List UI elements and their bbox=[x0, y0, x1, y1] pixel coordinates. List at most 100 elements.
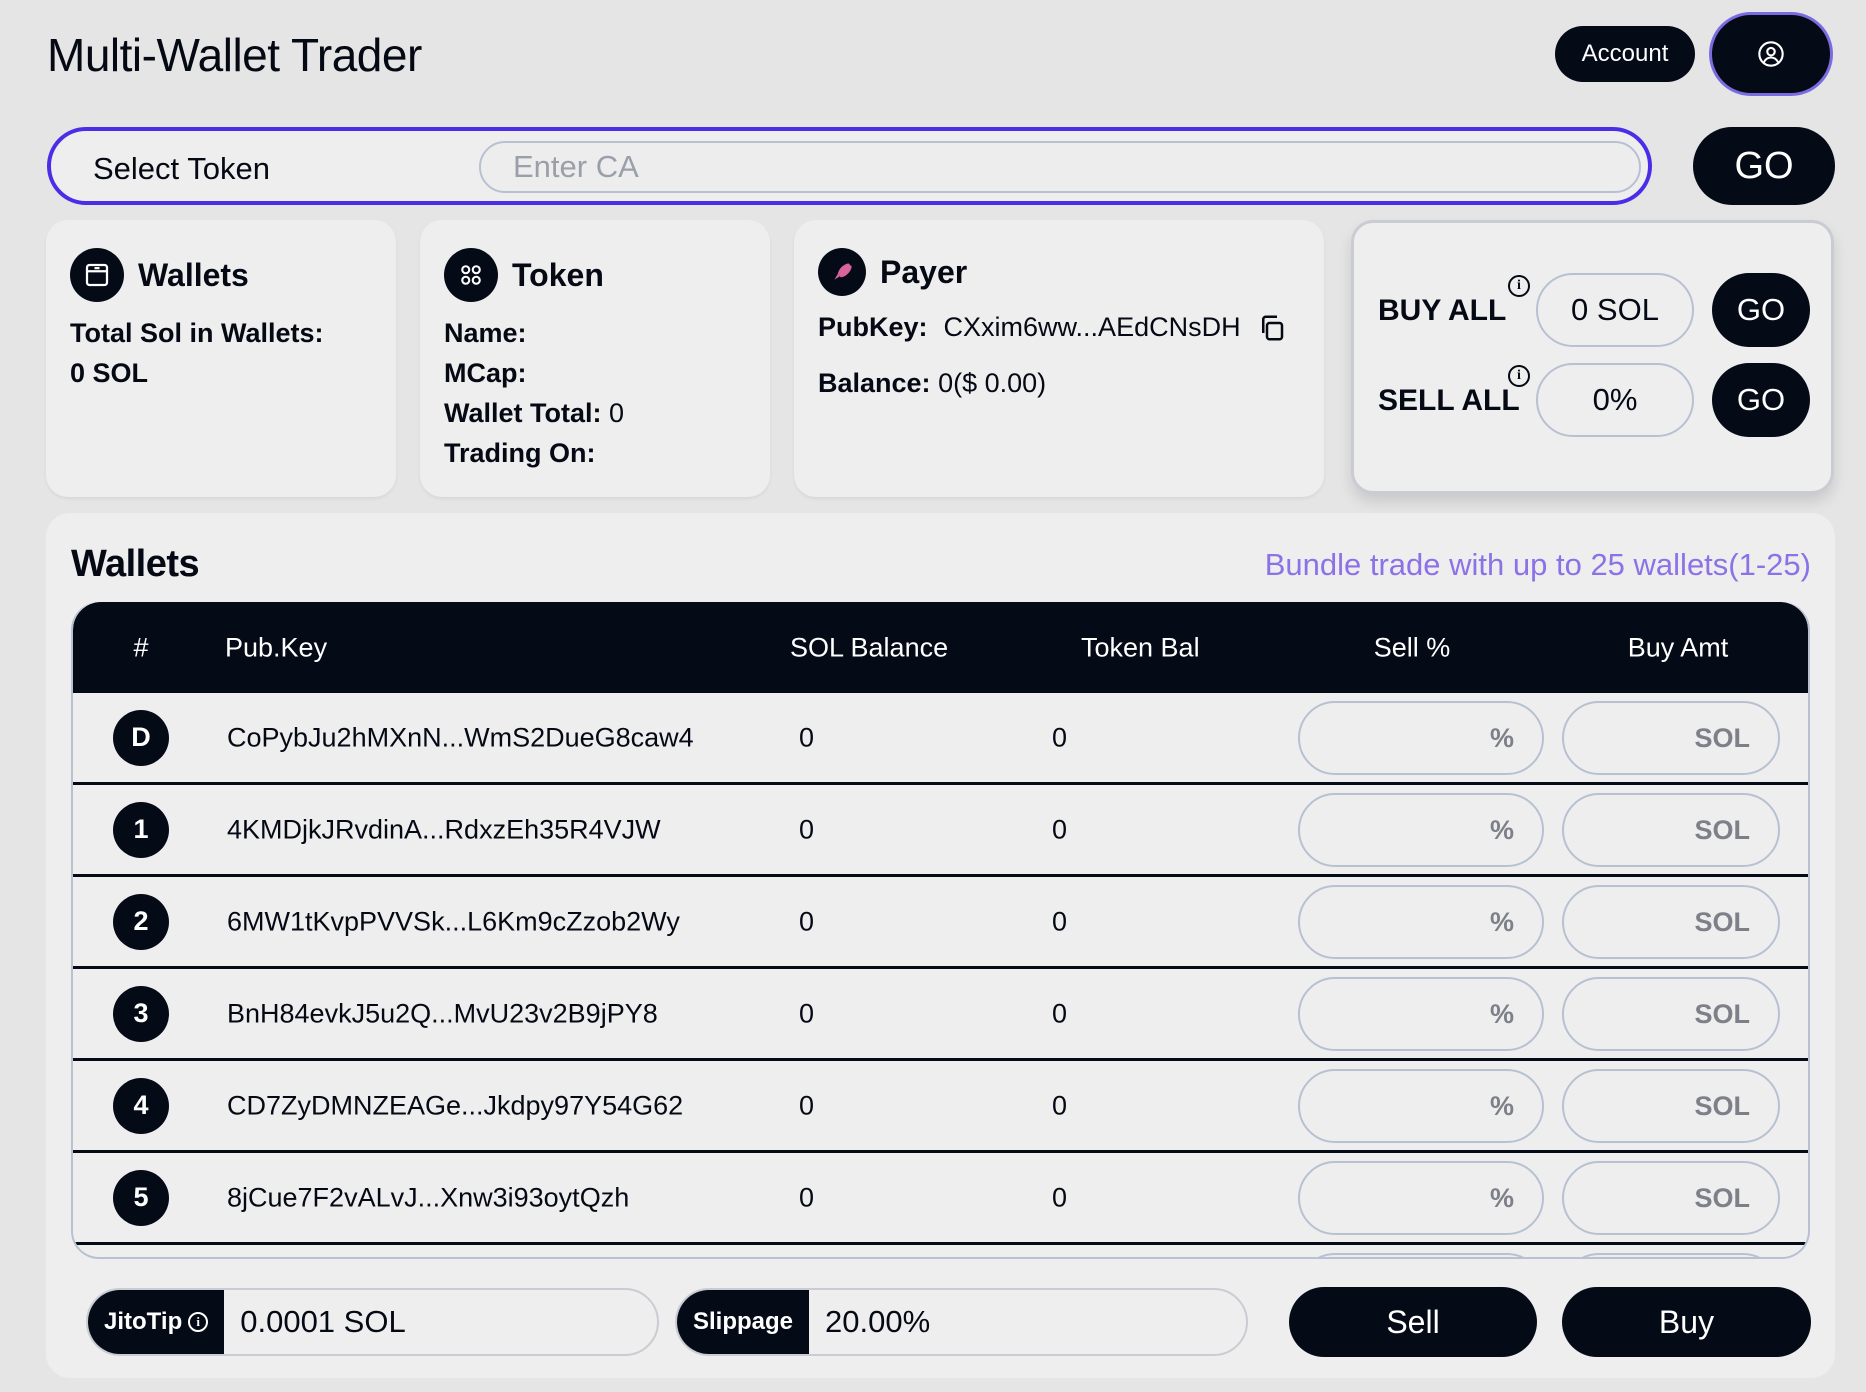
wallet-pubkey[interactable]: 6MW1tKvpPVVSk...L6Km9cZzob2Wy bbox=[227, 906, 680, 937]
wallet-pubkey[interactable]: 8jCue7F2vALvJ...Xnw3i93oytQzh bbox=[227, 1182, 629, 1213]
table-row: 4 CD7ZyDMNZEAGe...Jkdpy97Y54G62 0 0 % SO… bbox=[73, 1061, 1808, 1153]
buy-amount-input[interactable]: SOL bbox=[1562, 977, 1780, 1051]
page-title: Multi-Wallet Trader bbox=[47, 29, 422, 81]
token-balance: 0 bbox=[1052, 998, 1068, 1028]
slippage-field[interactable]: Slippage 20.00% bbox=[675, 1288, 1248, 1356]
wallet-pubkey[interactable]: 4KMDjkJRvdinA...RdxzEh35R4VJW bbox=[227, 814, 661, 845]
col-token-balance: Token Bal bbox=[1081, 632, 1200, 662]
col-index: # bbox=[133, 632, 149, 662]
go-button[interactable]: GO bbox=[1693, 127, 1835, 205]
wallet-pubkey[interactable]: CD7ZyDMNZEAGe...Jkdpy97Y54G62 bbox=[227, 1090, 683, 1121]
percent-unit: % bbox=[1489, 1182, 1514, 1213]
percent-unit: % bbox=[1489, 814, 1514, 845]
copy-icon[interactable] bbox=[1257, 313, 1287, 343]
table-row: 1 4KMDjkJRvdinA...RdxzEh35R4VJW 0 0 % SO… bbox=[73, 785, 1808, 877]
buy-all-input[interactable]: 0 SOL bbox=[1536, 273, 1694, 347]
col-sol-balance: SOL Balance bbox=[790, 632, 949, 662]
select-token-dropdown[interactable]: Select Token bbox=[93, 151, 270, 187]
sol-balance: 0 bbox=[799, 998, 815, 1028]
payer-balance: 0($ 0.00) bbox=[938, 368, 1047, 398]
token-balance: 0 bbox=[1052, 814, 1068, 844]
total-sol-value: 0 SOL bbox=[70, 358, 149, 388]
jito-tip-value[interactable]: 0.0001 SOL bbox=[224, 1304, 405, 1340]
card-title: Wallets bbox=[138, 256, 249, 293]
payer-pubkey: CXxim6ww...AEdCNsDH bbox=[943, 312, 1241, 342]
table-row: 5 8jCue7F2vALvJ...Xnw3i93oytQzh 0 0 % SO… bbox=[73, 1153, 1808, 1245]
grid-icon bbox=[444, 248, 498, 302]
bundle-note: Bundle trade with up to 25 wallets(1-25) bbox=[1264, 547, 1811, 582]
sell-percent-input[interactable]: % bbox=[1298, 977, 1544, 1051]
buy-amount-input[interactable]: SOL bbox=[1562, 885, 1780, 959]
slippage-value[interactable]: 20.00% bbox=[809, 1304, 930, 1340]
wallet-pubkey[interactable]: CoPybJu2hMXnN...WmS2DueG8caw4 bbox=[227, 722, 694, 753]
percent-unit: % bbox=[1489, 1090, 1514, 1121]
info-icon[interactable]: i bbox=[1508, 275, 1530, 297]
token-mcap-label: MCap: bbox=[444, 358, 527, 388]
token-bar: Select Token bbox=[47, 127, 1652, 205]
account-button[interactable]: Account bbox=[1555, 26, 1695, 82]
percent-unit: % bbox=[1489, 998, 1514, 1029]
sell-percent-input[interactable]: % bbox=[1298, 1161, 1544, 1235]
jito-tip-label: JitoTip bbox=[104, 1308, 183, 1335]
buy-all-go-button[interactable]: GO bbox=[1712, 273, 1810, 347]
bulk-trade-card: BUY ALL i 0 SOL GO SELL ALL i 0% GO bbox=[1351, 220, 1834, 494]
wallet-total-value: 0 bbox=[609, 398, 625, 428]
wallet-index-badge: 2 bbox=[113, 893, 169, 950]
sell-percent-input[interactable]: % bbox=[1298, 793, 1544, 867]
wallet-index-badge: 5 bbox=[113, 1169, 169, 1226]
wallets-panel: Wallets Bundle trade with up to 25 walle… bbox=[46, 513, 1835, 1378]
token-balance: 0 bbox=[1052, 1182, 1068, 1212]
info-icon[interactable]: i bbox=[188, 1312, 209, 1332]
col-pubkey: Pub.Key bbox=[225, 632, 328, 662]
token-card: Token Name: MCap: Wallet Total: 0 Tradin… bbox=[420, 220, 770, 497]
buy-amount-input[interactable]: SOL bbox=[1562, 701, 1780, 775]
slippage-label: Slippage bbox=[677, 1290, 810, 1354]
panel-title: Wallets bbox=[71, 543, 200, 585]
wallet-total-label: Wallet Total: bbox=[444, 398, 602, 428]
token-balance: 0 bbox=[1052, 1090, 1068, 1120]
buy-amount-input[interactable]: SOL bbox=[1562, 793, 1780, 867]
buy-amount-input[interactable]: SOL bbox=[1562, 1161, 1780, 1235]
percent-unit: % bbox=[1489, 906, 1514, 937]
sell-percent-input[interactable]: % bbox=[1298, 885, 1544, 959]
table-header: # Pub.Key SOL Balance Token Bal Sell % B… bbox=[73, 602, 1808, 693]
total-sol-label: Total Sol in Wallets: bbox=[70, 318, 324, 348]
table-row: 2 6MW1tKvpPVVSk...L6Km9cZzob2Wy 0 0 % SO… bbox=[73, 877, 1808, 969]
wallet-pubkey[interactable]: BnH84evkJ5u2Q...MvU23v2B9jPY8 bbox=[227, 998, 658, 1029]
sell-button[interactable]: Sell bbox=[1289, 1287, 1537, 1357]
col-sell-percent: Sell % bbox=[1373, 632, 1451, 662]
sell-percent-input[interactable] bbox=[1298, 1253, 1544, 1257]
table-row: 3 BnH84evkJ5u2Q...MvU23v2B9jPY8 0 0 % SO… bbox=[73, 969, 1808, 1061]
sol-unit: SOL bbox=[1694, 906, 1750, 937]
wallet-index-badge: 4 bbox=[113, 1077, 169, 1134]
wallet-index-badge: 3 bbox=[113, 985, 169, 1042]
buy-amount-input[interactable] bbox=[1562, 1253, 1780, 1257]
col-buy-amount: Buy Amt bbox=[1627, 632, 1729, 662]
sol-unit: SOL bbox=[1694, 722, 1750, 753]
table-row: D CoPybJu2hMXnN...WmS2DueG8caw4 0 0 % SO… bbox=[73, 693, 1808, 785]
jito-tip-field[interactable]: JitoTip i 0.0001 SOL bbox=[86, 1288, 659, 1356]
sell-all-go-button[interactable]: GO bbox=[1712, 363, 1810, 437]
sol-unit: SOL bbox=[1694, 998, 1750, 1029]
sell-percent-input[interactable]: % bbox=[1298, 701, 1544, 775]
wallets-card: Wallets Total Sol in Wallets: 0 SOL bbox=[46, 220, 396, 497]
sell-percent-input[interactable]: % bbox=[1298, 1069, 1544, 1143]
balance-label: Balance: bbox=[818, 368, 931, 398]
wallet-index-badge: 1 bbox=[113, 801, 169, 858]
wallet-index-badge: D bbox=[113, 709, 169, 766]
trading-on-label: Trading On: bbox=[444, 438, 596, 468]
sol-balance: 0 bbox=[799, 1182, 815, 1212]
buy-amount-input[interactable]: SOL bbox=[1562, 1069, 1780, 1143]
buy-button[interactable]: Buy bbox=[1562, 1287, 1811, 1357]
table-row bbox=[73, 1245, 1808, 1257]
profile-button[interactable] bbox=[1709, 12, 1833, 96]
contract-address-input[interactable] bbox=[479, 141, 1641, 193]
token-balance: 0 bbox=[1052, 906, 1068, 936]
payer-card: Payer PubKey: CXxim6ww...AEdCNsDH Balance… bbox=[794, 220, 1324, 497]
sell-all-input[interactable]: 0% bbox=[1536, 363, 1694, 437]
card-title: Token bbox=[512, 256, 604, 293]
wallets-table[interactable]: # Pub.Key SOL Balance Token Bal Sell % B… bbox=[71, 602, 1810, 1259]
info-icon[interactable]: i bbox=[1508, 365, 1530, 387]
sol-balance: 0 bbox=[799, 1090, 815, 1120]
wallet-icon bbox=[70, 248, 124, 302]
